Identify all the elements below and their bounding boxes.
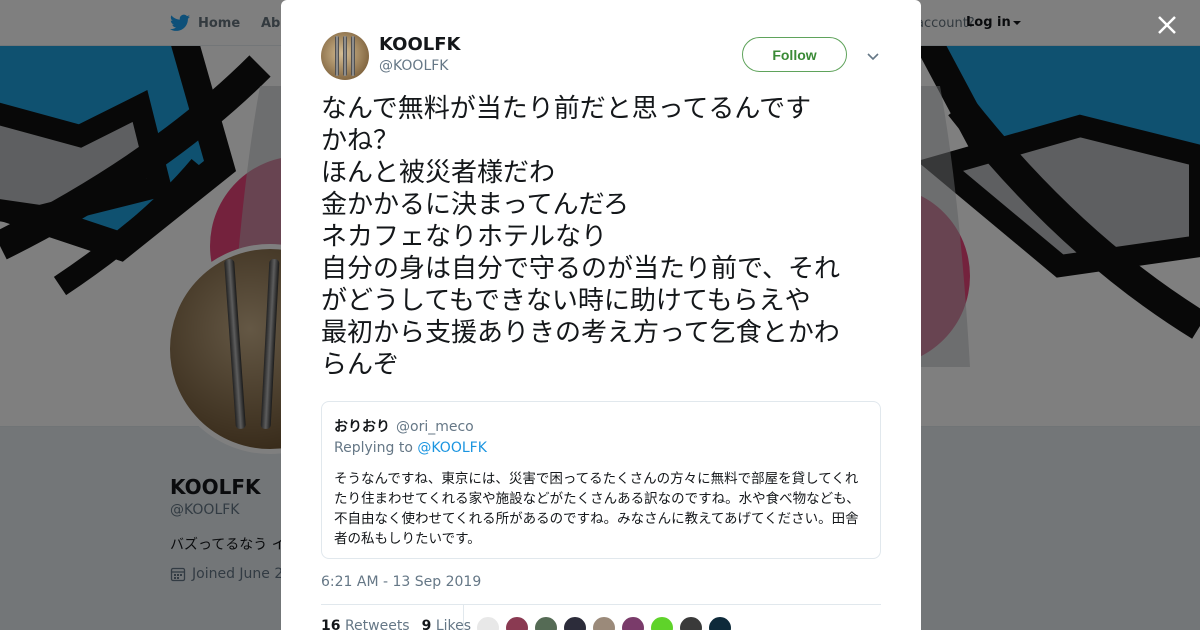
liker-avatar[interactable] <box>505 616 529 630</box>
liker-avatar[interactable] <box>679 616 703 630</box>
quoted-author-handle: @ori_meco <box>396 419 474 435</box>
author-name[interactable]: KOOLFK <box>379 34 460 55</box>
quoted-tweet[interactable]: おりおり @ori_meco Replying to @KOOLFK そうなんで… <box>321 401 881 559</box>
retweets-stat[interactable]: 16 Retweets <box>321 618 410 630</box>
replying-to-prefix: Replying to <box>334 440 413 456</box>
retweets-count: 16 <box>321 618 341 630</box>
retweets-label: Retweets <box>344 618 410 630</box>
liker-avatar[interactable] <box>650 616 674 630</box>
author-handle[interactable]: @KOOLFK <box>379 58 449 74</box>
liker-avatar[interactable] <box>534 616 558 630</box>
divider <box>321 604 881 605</box>
tweet-stats: 16 Retweets 9 Likes <box>321 618 471 630</box>
dart-image-detail <box>343 36 347 76</box>
divider <box>463 605 464 630</box>
close-button[interactable] <box>1154 12 1180 38</box>
likes-label: Likes <box>435 618 472 630</box>
replying-to-handle[interactable]: @KOOLFK <box>417 440 487 456</box>
follow-button[interactable]: Follow <box>742 37 847 72</box>
close-icon <box>1158 16 1176 34</box>
tweet-modal: KOOLFK @KOOLFK Follow なんで無料が当たり前だと思ってるんで… <box>281 0 921 630</box>
liker-avatar[interactable] <box>476 616 500 630</box>
chevron-down-icon <box>867 53 879 61</box>
tweet-options-button[interactable] <box>866 48 880 61</box>
liker-avatar[interactable] <box>708 616 732 630</box>
liker-avatar[interactable] <box>592 616 616 630</box>
liker-avatar[interactable] <box>563 616 587 630</box>
tweet-text: なんで無料が当たり前だと思ってるんです かね？ ほんと被災者様だわ 金かかるに決… <box>321 94 840 380</box>
replying-to: Replying to @KOOLFK <box>334 440 487 456</box>
dart-image-detail <box>335 36 339 76</box>
tweet-timestamp[interactable]: 6:21 AM - 13 Sep 2019 <box>321 574 481 590</box>
quoted-tweet-header: おりおり @ori_meco <box>334 416 474 436</box>
quoted-author-name: おりおり <box>334 419 390 435</box>
quoted-tweet-text: そうなんですね、東京には、災害で困ってるたくさんの方々に無料で部屋を貸してくれた… <box>334 471 860 547</box>
liker-avatar[interactable] <box>621 616 645 630</box>
dart-image-detail <box>351 36 355 76</box>
liker-avatars <box>476 616 732 630</box>
likes-count: 9 <box>421 618 432 630</box>
author-avatar[interactable] <box>321 32 369 80</box>
